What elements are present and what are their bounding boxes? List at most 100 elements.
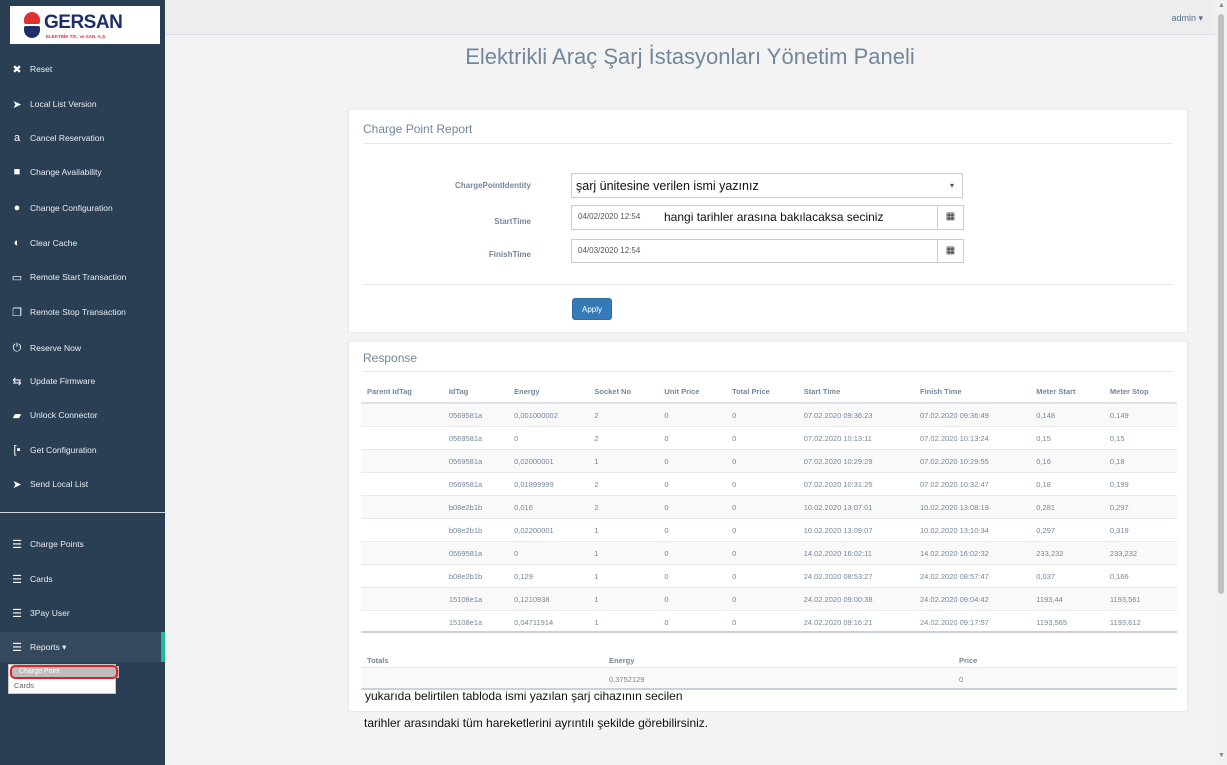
column-header: Start Time <box>797 380 914 404</box>
table-row: 0569581a 0,02000001 1 0 0 07.02.2020 10:29:29… <box>361 449 1177 473</box>
table-cell: 0 <box>726 449 798 473</box>
table-cell: 0 <box>726 426 798 450</box>
table-cell: 0,129 <box>508 564 589 588</box>
table-row: 0569581a 0,01899999 2 0 0 07.02.2020 10:31:25… <box>361 472 1177 496</box>
table-cell <box>361 449 443 473</box>
table-cell: 07.02.2020 10:13:11 <box>797 426 914 450</box>
list-icon: ☰ <box>12 641 22 654</box>
start-time-input[interactable]: 04/02/2020 12:54 hangi tarihler arasına … <box>571 205 938 230</box>
scroll-thumb[interactable] <box>1218 14 1224 594</box>
table-cell: 0 <box>658 518 727 542</box>
table-cell: 1193,612 <box>1103 610 1177 633</box>
column-header: IdTag <box>442 380 509 404</box>
table-cell <box>361 402 443 427</box>
sidebar-item-change-configuration[interactable]: ● Change Configuration <box>0 194 165 222</box>
sidebar-item-remote-stop-transaction[interactable]: ❐ Remote Stop Transaction <box>0 298 165 326</box>
logo-subtitle: ELEKTRİK TİC. ve SAN. A.Ş. <box>46 34 107 39</box>
table-cell: 233,232 <box>1030 541 1104 565</box>
sidebar-item-label: 3Pay User <box>30 608 70 618</box>
note-line-2: tarihler arasındaki tüm hareketlerini ay… <box>364 716 709 730</box>
table-cell: 0 <box>726 541 798 565</box>
list-icon: ☰ <box>12 573 22 586</box>
sidebar-item-get-configuration[interactable]: [▪ Get Configuration <box>0 436 165 464</box>
calendar-icon[interactable]: ▦ <box>937 239 964 263</box>
table-cell: 0 <box>508 541 589 565</box>
sidebar-item-unlock-connector[interactable]: ▰ Unlock Connector <box>0 401 165 429</box>
table-cell: 1193,565 <box>1030 610 1104 633</box>
send-icon: ➤ <box>12 98 22 111</box>
table-cell: b08e2b1b <box>442 518 509 542</box>
top-bar: admin ▾ <box>165 0 1215 35</box>
table-cell: 233,232 <box>1103 541 1177 565</box>
table-cell: 0 <box>726 564 798 588</box>
charge-point-report-panel: Charge Point Report ChargePointIdentity … <box>348 109 1188 333</box>
connector-icon: ▰ <box>12 409 22 422</box>
table-row: 0569581a 0 2 0 0 07.02.2020 10:13:11 07.02.202… <box>361 426 1177 450</box>
table-header-row: Parent IdTag IdTag Energy Socket No Unit Pri… <box>361 380 1177 404</box>
scrollbar[interactable]: ▲ ▼ <box>1215 0 1227 765</box>
sidebar-item-remote-start-transaction[interactable]: ▭ Remote Start Transaction <box>0 263 165 291</box>
charge-point-identity-select[interactable]: şarj ünitesine verilen ismi yazınız ▾ <box>571 173 963 198</box>
scroll-down-icon[interactable]: ▼ <box>1218 752 1225 759</box>
sidebar-item-label: Reports ▾ <box>30 641 67 652</box>
table-row: 15108e1a 0,04711914 1 0 0 24.02.2020 09:16:21… <box>361 610 1177 633</box>
table-cell: 24.02.2020 09:17:57 <box>913 610 1031 633</box>
table-cell: 14.02.2020 16:02:32 <box>913 541 1031 565</box>
table-cell: 0,15 <box>1103 426 1177 450</box>
calendar-icon[interactable]: ▦ <box>937 205 964 230</box>
sidebar-item-change-availability[interactable]: ■ Change Availability <box>0 158 165 186</box>
apply-button[interactable]: Apply <box>572 298 612 320</box>
sidebar-item-3pay-user[interactable]: ☰ 3Pay User <box>0 599 165 627</box>
list-icon: ☰ <box>12 607 22 620</box>
table-cell: 0,319 <box>1103 518 1177 542</box>
panel-divider <box>363 371 1173 372</box>
sidebar-item-send-local-list[interactable]: ➤ Send Local List <box>0 470 165 498</box>
user-menu[interactable]: admin ▾ <box>1171 13 1203 24</box>
finish-time-input[interactable]: 04/03/2020 12:54 <box>571 239 938 263</box>
sidebar-item-clear-cache[interactable]: ◐ Clear Cache <box>0 229 165 257</box>
sidebar-item-label: Reset <box>30 64 53 74</box>
sidebar-item-cancel-reservation[interactable]: a Cancel Reservation <box>0 124 165 152</box>
table-cell: 0 <box>658 564 727 588</box>
table-row: b08e2b1b 0,129 1 0 0 24.02.2020 08:53:27 24.02… <box>361 564 1177 588</box>
table-cell <box>361 610 443 633</box>
sidebar-divider <box>0 512 165 513</box>
table-cell: 1193,44 <box>1030 587 1104 611</box>
table-row: 15108e1a 0,1210938 1 0 0 24.02.2020 09:00:38 2… <box>361 587 1177 611</box>
sidebar-item-label: Unlock Connector <box>30 410 98 420</box>
response-table: Parent IdTag IdTag Energy Socket No Unit Pri… <box>361 380 1177 633</box>
totals-price-label: Price <box>959 656 978 665</box>
table-cell: 07.02.2020 09:36:23 <box>797 402 914 427</box>
table-cell <box>361 518 443 542</box>
table-cell: 0,281 <box>1030 495 1104 519</box>
start-time-note: hangi tarihler arasına bakılacaksa secin… <box>664 210 884 224</box>
table-cell: 0,04711914 <box>508 610 589 633</box>
scroll-up-icon[interactable]: ▲ <box>1218 2 1225 9</box>
table-cell: 10.02.2020 13:07:01 <box>797 495 914 519</box>
logo-mark-bottom-icon <box>24 26 40 38</box>
totals-label: Totals <box>367 656 389 665</box>
sidebar: GERSAN ELEKTRİK TİC. ve SAN. A.Ş. ✖ Reset… <box>0 0 165 765</box>
logo-mark-icon <box>24 12 40 24</box>
table-row: b08e2b1b 0,02200001 1 0 0 10.02.2020 13:09:07… <box>361 518 1177 542</box>
table-cell: 2 <box>588 426 659 450</box>
table-cell: 0,148 <box>1030 402 1104 427</box>
sidebar-item-reserve-now[interactable]: ⏻ Reserve Now <box>0 334 165 362</box>
sidebar-item-reports[interactable]: ☰ Reports ▾ <box>0 632 165 662</box>
table-cell: 07.02.2020 10:13:24 <box>913 426 1031 450</box>
list-icon: ☰ <box>12 538 22 551</box>
table-cell: 07.02.2020 10:29:29 <box>797 449 914 473</box>
sidebar-item-local-list-version[interactable]: ➤ Local List Version <box>0 90 165 118</box>
sidebar-item-label: Change Availability <box>30 167 102 177</box>
submenu-item-cards[interactable]: Cards <box>14 681 34 690</box>
sidebar-item-cards[interactable]: ☰ Cards <box>0 565 165 593</box>
sidebar-item-reset[interactable]: ✖ Reset <box>0 55 165 83</box>
table-cell: 0 <box>658 610 727 633</box>
table-row: b08e2b1b 0,016 2 0 0 10.02.2020 13:07:01 10.02… <box>361 495 1177 519</box>
sidebar-item-update-firmware[interactable]: ⇆ Update Firmware <box>0 367 165 395</box>
table-cell: 1 <box>588 449 659 473</box>
monitor-icon: ▭ <box>11 271 23 284</box>
sidebar-item-charge-points[interactable]: ☰ Charge Points <box>0 530 165 558</box>
table-cell: 0,199 <box>1103 472 1177 496</box>
table-cell: 0 <box>658 495 727 519</box>
